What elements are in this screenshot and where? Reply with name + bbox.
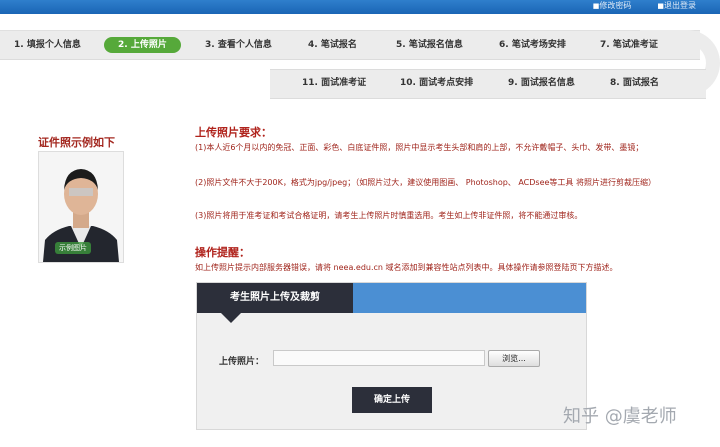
step-written-info[interactable]: 5. 笔试报名信息 <box>396 38 463 52</box>
step-interview-register[interactable]: 8. 面试报名 <box>610 76 659 90</box>
step-upload-photo[interactable]: 2. 上传照片 <box>104 37 181 53</box>
step-interview-ticket[interactable]: 11. 面试准考证 <box>302 76 366 90</box>
top-link-logout[interactable]: 退出登录 <box>657 0 696 14</box>
step-view-info[interactable]: 3. 查看个人信息 <box>205 38 272 52</box>
step-written-room[interactable]: 6. 笔试考场安排 <box>499 38 566 52</box>
step-written-ticket[interactable]: 7. 笔试准考证 <box>600 38 658 52</box>
top-bar: 修改密码 退出登录 <box>0 0 720 14</box>
zhihu-watermark: 知乎 @虞老师 <box>563 406 677 427</box>
requirement-2: (2)照片文件不大于200K，格式为jpg/jpeg；（如照片过大，建议使用图画… <box>195 178 656 187</box>
top-link-modify-password[interactable]: 修改密码 <box>593 0 631 14</box>
step-interview-site[interactable]: 10. 面试考点安排 <box>400 76 473 90</box>
tips-title: 操作提醒： <box>195 246 250 259</box>
upload-file-path-input[interactable] <box>273 350 485 366</box>
sample-photo-title: 证件照示例如下 <box>38 136 115 149</box>
browse-button[interactable]: 浏览... <box>488 350 540 367</box>
panel-tab-upload-crop[interactable]: 考生照片上传及裁剪 <box>197 283 353 313</box>
sample-photo-watermark: 示例图片 <box>55 242 91 254</box>
upload-photo-label: 上传照片： <box>219 357 265 367</box>
requirement-1: (1)本人近6个月以内的免冠、正面、彩色、白底证件照，照片中显示考生头部和肩的上… <box>195 143 644 152</box>
requirements-title: 上传照片要求： <box>195 126 272 139</box>
tips-text: 如上传照片提示内部服务器错误，请将 neea.edu.cn 域名添加到兼容性站点… <box>195 263 618 272</box>
photo-upload-panel: 考生照片上传及裁剪 上传照片： 浏览... 确定上传 <box>196 282 587 430</box>
sample-id-photo: 示例图片 <box>38 151 124 263</box>
confirm-upload-button[interactable]: 确定上传 <box>352 387 432 413</box>
panel-tab-pointer <box>221 313 241 323</box>
step-fill-info[interactable]: 1. 填报个人信息 <box>14 38 81 52</box>
step-interview-info[interactable]: 9. 面试报名信息 <box>508 76 575 90</box>
top-bar-links: 修改密码 退出登录 <box>593 0 696 14</box>
step-written-register[interactable]: 4. 笔试报名 <box>308 38 357 52</box>
requirement-3: (3)照片将用于准考证和考试合格证明，请考生上传照片时慎重选用。考生如上传非证件… <box>195 211 583 220</box>
